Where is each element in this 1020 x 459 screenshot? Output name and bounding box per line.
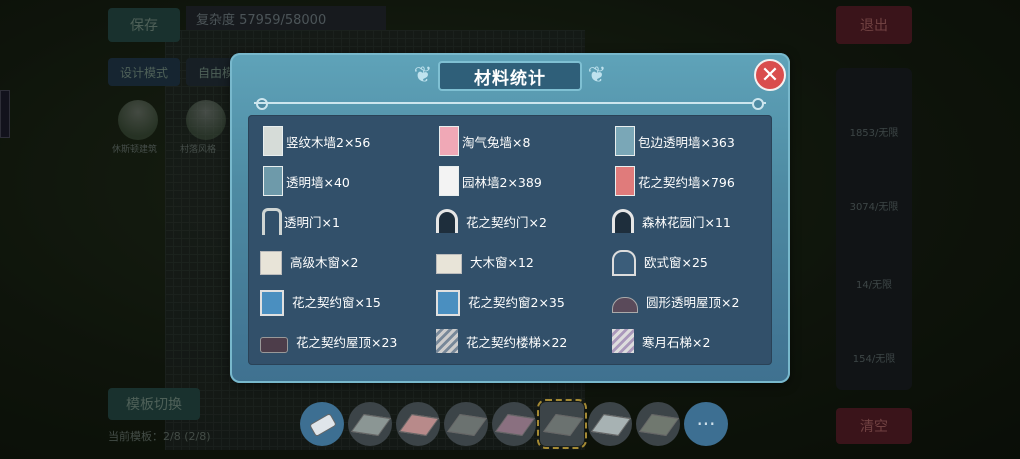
rule-ornament-icon [256, 98, 268, 110]
window-icon [436, 254, 462, 274]
material-label: 花之契约屋顶×23 [296, 334, 398, 350]
stairs-icon [436, 329, 458, 353]
swirl-ornament-icon: ❦ [413, 63, 433, 88]
material-item: 透明门×1 [260, 201, 436, 241]
floor-tile-icon[interactable] [396, 402, 440, 446]
material-item: 大木窗×12 [436, 241, 612, 281]
material-label: 花之契约窗2×35 [468, 294, 565, 310]
blue-window-icon [436, 289, 460, 316]
window-icon [260, 250, 282, 275]
material-item: 花之契约屋顶×23 [260, 321, 436, 361]
material-label: 竖纹木墙2×56 [286, 134, 371, 150]
material-label: 透明墙×40 [286, 174, 350, 190]
eraser-icon[interactable] [300, 402, 344, 446]
material-label: 淘气兔墙×8 [462, 134, 531, 150]
material-label: 森林花园门×11 [642, 214, 731, 230]
material-item: 透明墙×40 [260, 161, 436, 201]
arch-door-icon [612, 209, 634, 233]
door-icon [262, 207, 282, 235]
close-icon: ✕ [760, 62, 780, 88]
roof-icon [260, 337, 288, 353]
material-item: 森林花园门×11 [612, 201, 770, 241]
floor-tile-icon[interactable] [348, 402, 392, 446]
wall-icon [263, 166, 283, 196]
rule-ornament-icon [752, 98, 764, 110]
material-item: 花之契约门×2 [436, 201, 612, 241]
material-list: 竖纹木墙2×56 淘气兔墙×8 包边透明墙×363 透明墙×40 园林墙2×38… [248, 115, 772, 365]
floor-tile-icon[interactable] [537, 399, 587, 449]
swirl-ornament-icon: ❦ [587, 63, 607, 88]
material-item: 淘气兔墙×8 [436, 121, 612, 161]
floor-tile-icon[interactable] [636, 402, 680, 446]
material-item: 圆形透明屋顶×2 [612, 281, 770, 321]
dialog-title-plate: ❦ 材料统计 ❦ [410, 61, 610, 91]
dome-roof-icon [612, 297, 638, 313]
material-label: 圆形透明屋顶×2 [646, 294, 740, 310]
material-label: 大木窗×12 [470, 254, 534, 270]
material-item: 寒月石梯×2 [612, 321, 770, 361]
material-item: 竖纹木墙2×56 [260, 121, 436, 161]
material-label: 园林墙2×389 [462, 174, 542, 190]
material-stats-dialog: ❦ 材料统计 ❦ ✕ 竖纹木墙2×56 淘气兔墙×8 包边透明墙×363 透明墙… [230, 53, 790, 383]
material-item: 花之契约窗×15 [260, 281, 436, 321]
wall-icon [439, 166, 459, 196]
floor-tile-icon[interactable] [588, 402, 632, 446]
material-item: 包边透明墙×363 [612, 121, 770, 161]
material-label: 包边透明墙×363 [638, 134, 735, 150]
floor-tile-icon[interactable] [492, 402, 536, 446]
blue-window-icon [260, 289, 284, 316]
material-label: 高级木窗×2 [290, 254, 359, 270]
material-item: 欧式窗×25 [612, 241, 770, 281]
material-item: 园林墙2×389 [436, 161, 612, 201]
flower-door-icon [436, 209, 458, 233]
close-button[interactable]: ✕ [754, 59, 786, 91]
material-label: 花之契约楼梯×22 [466, 334, 568, 350]
material-item: 花之契约墙×796 [612, 161, 770, 201]
floor-tile-icon[interactable] [444, 402, 488, 446]
wall-icon [615, 126, 635, 156]
more-icon[interactable]: ··· [684, 402, 728, 446]
wall-icon [263, 126, 283, 156]
stairs-icon [612, 329, 634, 353]
dialog-title: 材料统计 [474, 68, 546, 89]
material-label: 花之契约窗×15 [292, 294, 381, 310]
material-label: 透明门×1 [284, 214, 340, 230]
material-label: 花之契约墙×796 [638, 174, 735, 190]
material-label: 花之契约门×2 [466, 214, 547, 230]
hotbar: ··· [300, 399, 728, 449]
material-label: 欧式窗×25 [644, 254, 708, 270]
arch-window-icon [612, 249, 636, 276]
material-label: 寒月石梯×2 [642, 334, 711, 350]
material-item: 高级木窗×2 [260, 241, 436, 281]
wall-icon [615, 166, 635, 196]
wall-icon [439, 126, 459, 156]
material-item: 花之契约窗2×35 [436, 281, 612, 321]
material-item: 花之契约楼梯×22 [436, 321, 612, 361]
title-divider [254, 102, 766, 104]
